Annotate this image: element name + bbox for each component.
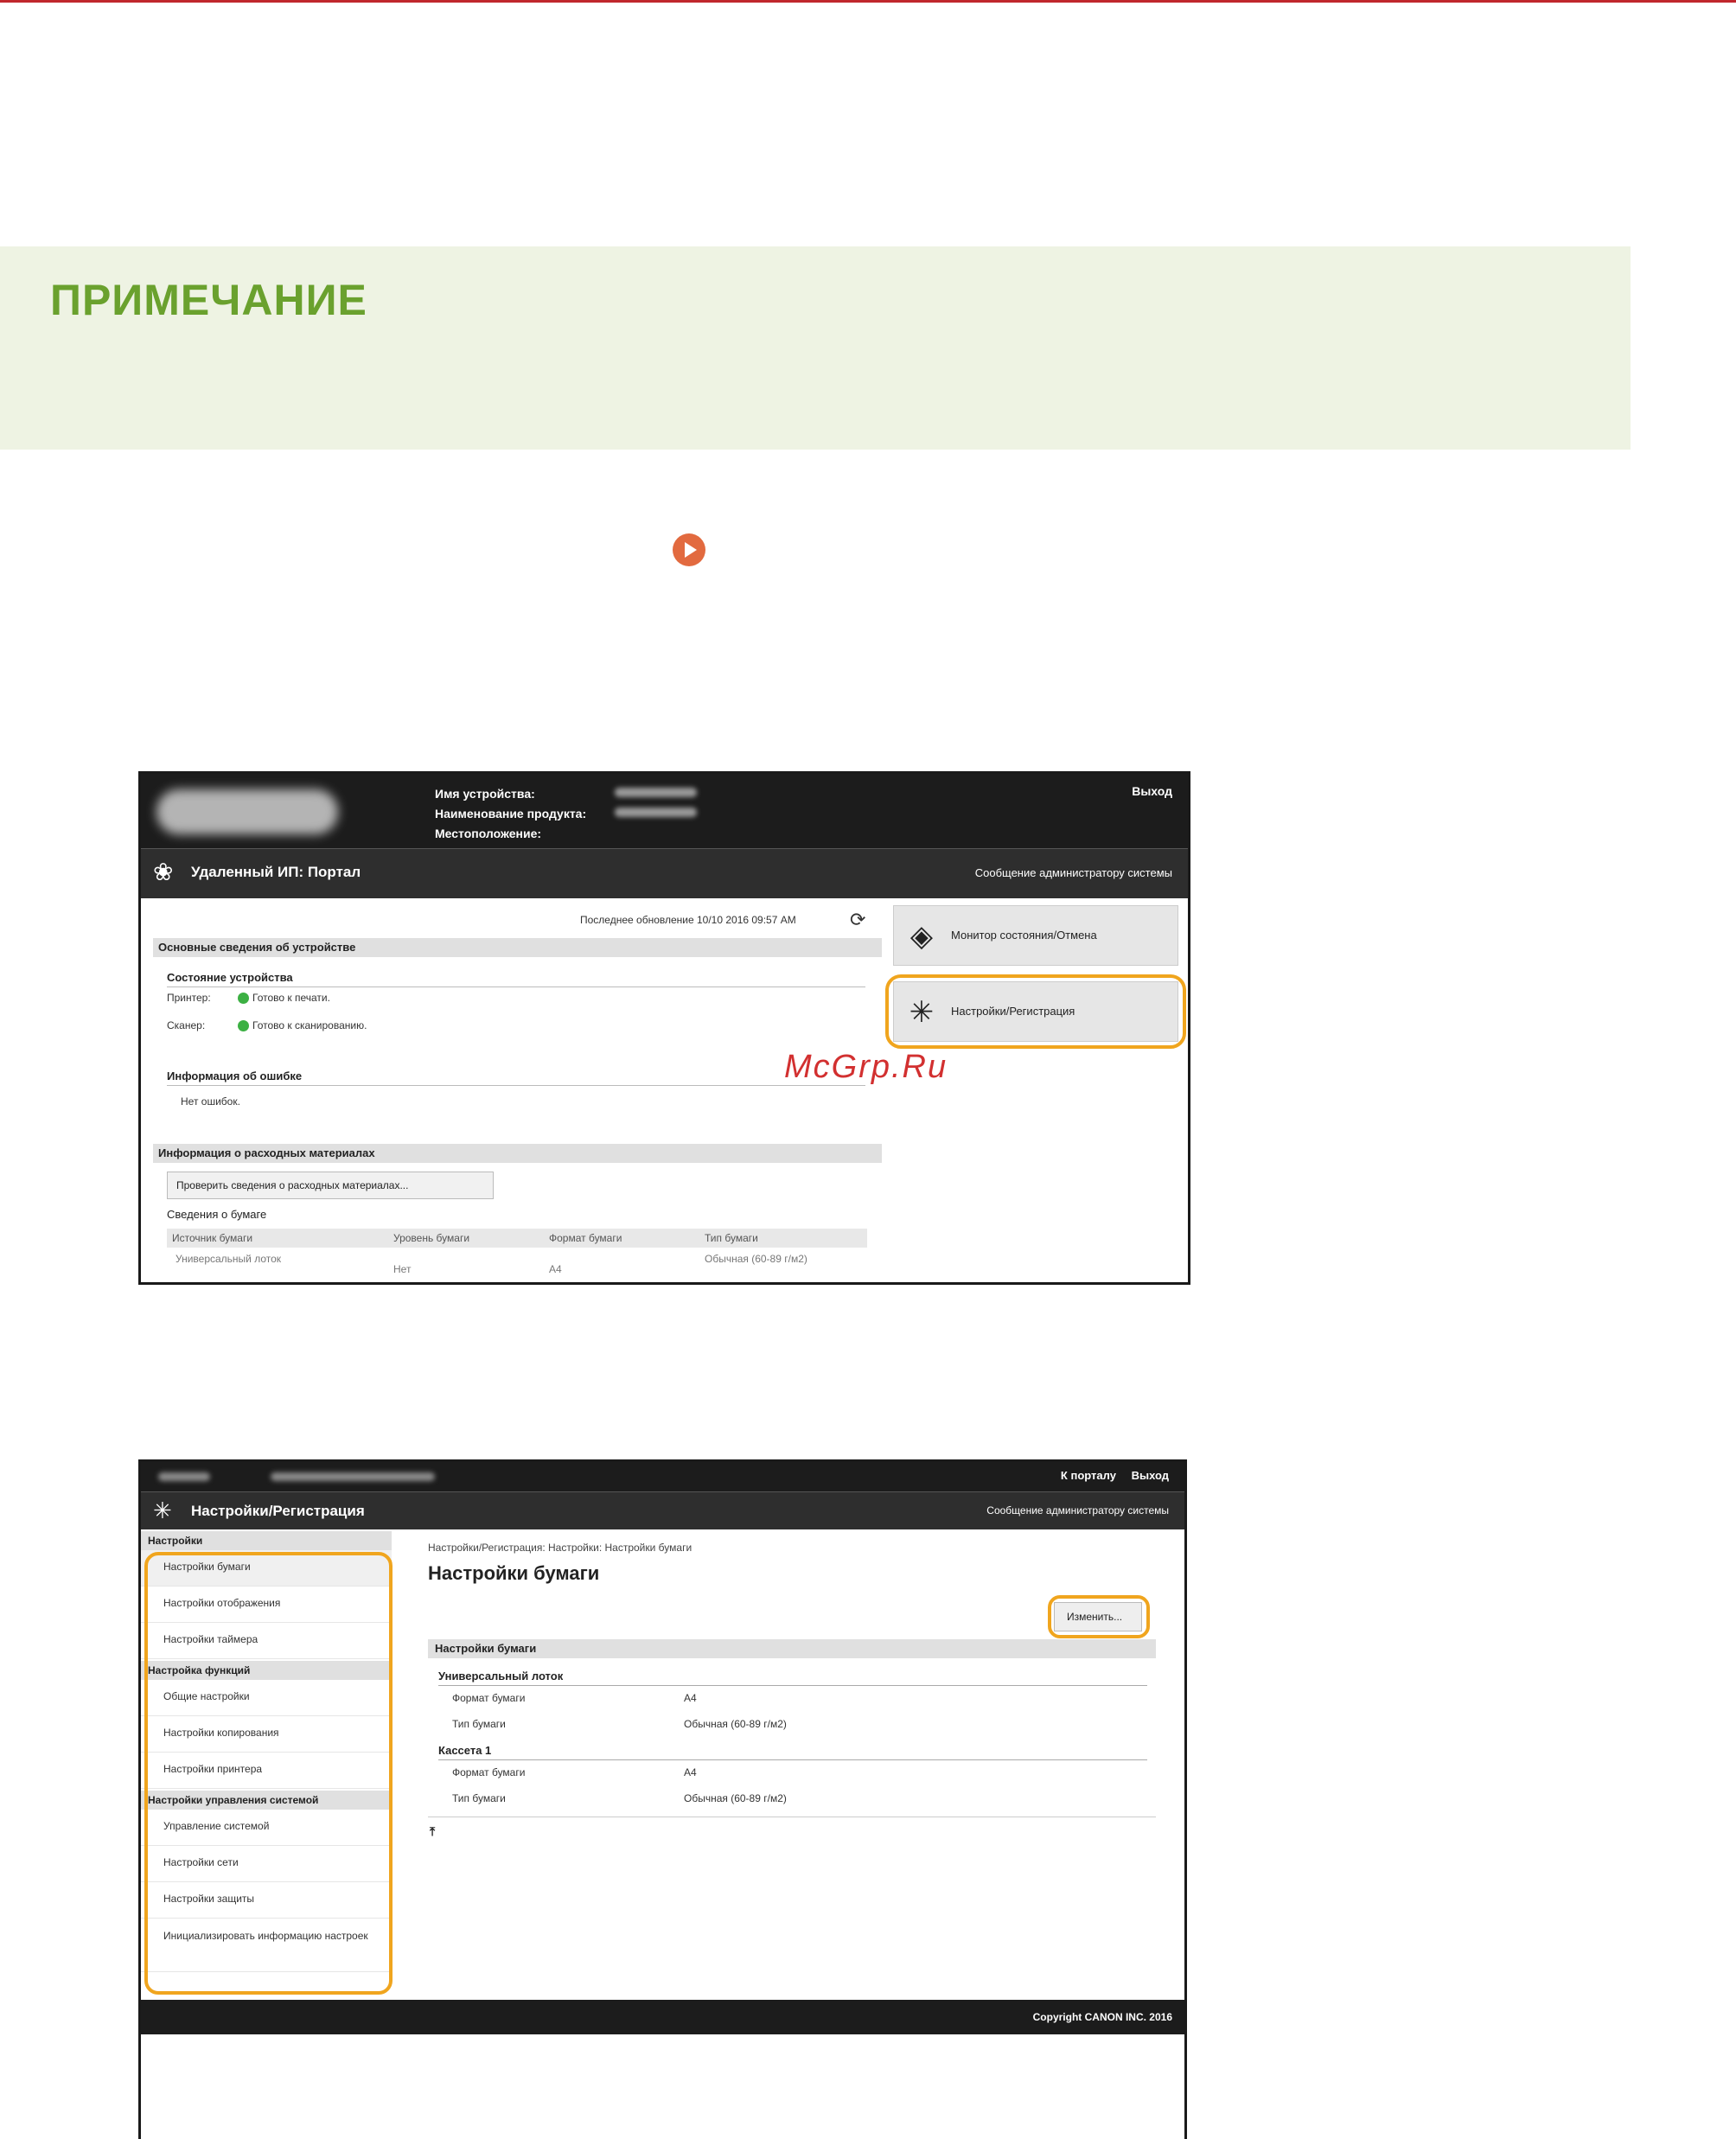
link-arrow-icon[interactable]: [673, 533, 705, 566]
highlight-settings-tile: [885, 974, 1186, 1049]
cassette-paper-size-label: Формат бумаги: [452, 1766, 526, 1778]
highlight-edit-button: [1048, 1595, 1150, 1638]
eye-icon: ◈: [909, 920, 934, 953]
device-status-title: Состояние устройства: [167, 971, 293, 984]
portal-screenshot: Имя устройства: Наименование продукта: М…: [138, 771, 1190, 1285]
cassette-paper-type-value: Обычная (60-89 г/м2): [684, 1792, 787, 1804]
paper-settings-section: Настройки бумаги: [428, 1639, 1156, 1658]
cassette-paper-size-value: A4: [684, 1766, 697, 1778]
watermark: McGrp.Ru: [784, 1049, 948, 1085]
check-consumables-button[interactable]: Проверить сведения о расходных материала…: [167, 1172, 494, 1199]
last-updated: Последнее обновление 10/10 2016 09:57 AM: [580, 914, 796, 926]
settings-footer: Copyright CANON INC. 2016: [141, 2000, 1184, 2034]
logout-link[interactable]: Выход: [1132, 1469, 1169, 1482]
location-label: Местоположение:: [435, 827, 542, 840]
divider: [167, 1085, 865, 1086]
status-ok-icon: [238, 1020, 249, 1032]
breadcrumb: Настройки/Регистрация: Настройки: Настро…: [428, 1542, 692, 1554]
top-rule: [0, 0, 1736, 3]
redacted-product-name: [271, 1472, 435, 1481]
cassette1-title: Кассета 1: [438, 1744, 492, 1757]
consumables-section: Информация о расходных материалах: [153, 1144, 882, 1163]
portal-header: Имя устройства: Наименование продукта: М…: [141, 774, 1188, 848]
col-type: Тип бумаги: [705, 1232, 758, 1244]
mp-tray-title: Универсальный лоток: [438, 1670, 564, 1682]
sidebar-group-settings: Настройки: [141, 1531, 392, 1550]
mp-paper-size-value: A4: [684, 1692, 697, 1704]
settings-screenshot: К порталу Выход ✳ Настройки/Регистрация …: [138, 1459, 1187, 2139]
refresh-icon[interactable]: ⟳: [850, 909, 865, 931]
mp-paper-type-label: Тип бумаги: [452, 1718, 506, 1730]
col-level: Уровень бумаги: [393, 1232, 470, 1244]
status-monitor-tile[interactable]: ◈ Монитор состояния/Отмена: [893, 905, 1178, 966]
error-info-title: Информация об ошибке: [167, 1070, 303, 1082]
page-title: Настройки бумаги: [428, 1562, 600, 1584]
divider: [438, 1685, 1147, 1686]
portal-title: Удаленный ИП: Портал: [191, 864, 361, 880]
device-info-values-redacted: [615, 788, 697, 817]
portal-logo-icon: ❀: [153, 859, 174, 885]
col-source: Источник бумаги: [172, 1232, 253, 1244]
back-to-top-icon[interactable]: ⤒: [430, 1824, 435, 1839]
basic-info-section: Основные сведения об устройстве: [153, 938, 882, 957]
redacted-device-name: [158, 1472, 210, 1481]
printer-status: Готово к печати.: [238, 992, 330, 1005]
device-info: Имя устройства: Наименование продукта: М…: [435, 784, 586, 844]
to-portal-link[interactable]: К порталу: [1061, 1469, 1116, 1482]
device-name-label: Имя устройства:: [435, 787, 535, 801]
tile-label: Монитор состояния/Отмена: [951, 929, 1097, 942]
admin-message-link[interactable]: Сообщение администратору системы: [975, 866, 1172, 879]
scanner-label: Сканер:: [167, 1019, 206, 1031]
paper-table-header: Источник бумаги Уровень бумаги Формат бу…: [167, 1229, 867, 1248]
blank-area: [141, 2034, 1184, 2139]
col-size: Формат бумаги: [549, 1232, 622, 1244]
admin-message-link[interactable]: Сообщение администратору системы: [986, 1504, 1169, 1516]
cassette-paper-type-label: Тип бумаги: [452, 1792, 506, 1804]
header-links: К порталу Выход: [1049, 1469, 1169, 1482]
portal-title-bar: ❀ Удаленный ИП: Портал Сообщение админис…: [141, 848, 1188, 898]
mp-paper-size-label: Формат бумаги: [452, 1692, 526, 1704]
table-row: Универсальный лоток Нет A4 Обычная (60-8…: [176, 1253, 807, 1275]
scanner-status: Готово к сканированию.: [238, 1019, 367, 1032]
note-title: ПРИМЕЧАНИЕ: [50, 276, 367, 324]
paper-info-title: Сведения о бумаге: [167, 1208, 267, 1221]
divider: [167, 986, 865, 987]
brand-logo: [156, 789, 338, 834]
printer-label: Принтер:: [167, 992, 211, 1004]
error-info-value: Нет ошибок.: [181, 1095, 240, 1108]
product-name-label: Наименование продукта:: [435, 807, 587, 820]
settings-star-icon: ✳: [153, 1497, 172, 1523]
divider: [438, 1759, 1147, 1760]
settings-title-bar: ✳ Настройки/Регистрация Сообщение админи…: [141, 1491, 1184, 1529]
logout-link[interactable]: Выход: [1132, 784, 1172, 798]
mp-paper-type-value: Обычная (60-89 г/м2): [684, 1718, 787, 1730]
highlight-sidebar: [144, 1552, 393, 1995]
settings-title: Настройки/Регистрация: [191, 1503, 365, 1519]
settings-header: К порталу Выход: [141, 1462, 1184, 1491]
copyright: Copyright CANON INC. 2016: [1032, 2011, 1172, 2023]
status-ok-icon: [238, 993, 249, 1005]
